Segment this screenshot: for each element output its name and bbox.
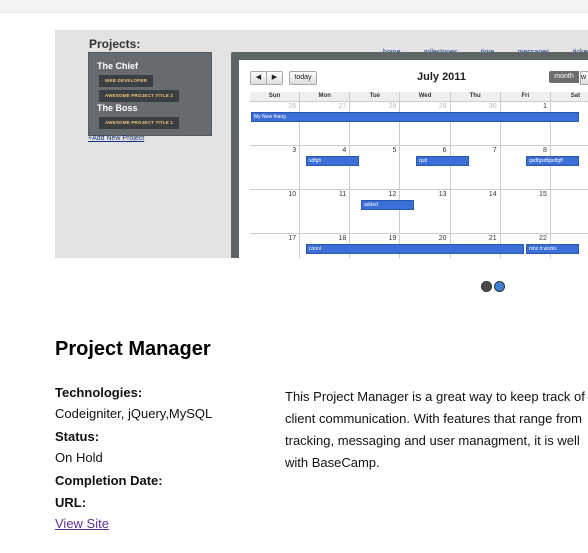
day-number: 6 [442,147,447,154]
calendar-grid: SunMonTueWedThuFriSat 262728293012My New… [250,92,588,258]
day-number: 7 [492,147,497,154]
calendar-event[interactable]: coool [306,244,524,254]
day-number: 3 [292,147,297,154]
person-name: The Chief [97,61,139,71]
weekday-label: Mon [300,92,351,101]
day-number: 27 [338,103,347,110]
week-view-button: w [580,71,588,85]
project-description: This Project Manager is a great way to k… [285,386,588,474]
carousel-dot[interactable] [481,281,492,292]
calendar-day[interactable]: 1 [501,102,551,145]
calendar-day[interactable]: 12 [350,190,401,233]
weekday-label: Wed [400,92,451,101]
completion-date-label: Completion Date: [55,473,163,488]
calendar-week: 10 11 12 13 14 15 16 added [250,190,588,234]
day-number: 1 [542,103,547,110]
today-button: today [289,71,317,85]
weekday-label: Sat [551,92,588,101]
person-name: The Boss [97,103,138,113]
calendar-event[interactable]: My New thang [251,112,579,122]
calendar-day[interactable]: 6 [400,146,451,189]
weekday-label: Sun [250,92,301,101]
calendar-day[interactable]: 11 [300,190,351,233]
day-number: 5 [392,147,397,154]
description-line: tracking, messaging and user managment, … [285,433,580,448]
day-number: 10 [288,191,297,198]
project-chip: WEB DEVELOPER [99,75,154,87]
technologies-value: Codeigniter, jQuery,MySQL [55,406,213,421]
day-number: 26 [288,103,297,110]
calendar-week: 17181920212223cooolnice it works [250,234,588,258]
calendar-day[interactable]: 8 [501,146,551,189]
calendar-event[interactable]: quit [416,156,469,166]
status-label: Status: [55,429,100,444]
day-number: 30 [488,103,497,110]
description-line: with BaseCamp. [285,455,380,470]
calendar-day[interactable]: 7 [451,146,501,189]
calendar-day[interactable]: 9 [551,146,588,189]
weekday-label: Thu [451,92,501,101]
calendar-day[interactable]: 16 [551,190,588,233]
calendar-day[interactable]: 2 [551,102,588,145]
day-number: 15 [539,191,547,198]
calendar-day[interactable]: 14 [451,190,501,233]
calendar-event[interactable]: nice it works [526,244,579,254]
calendar-event[interactable]: added [361,200,414,210]
calendar-day[interactable]: 30 [451,102,501,145]
add-project-link: +Add New Project [88,135,145,142]
day-number: 11 [339,191,347,198]
url-label: URL: [55,495,87,510]
day-number: 4 [342,147,347,154]
calendar-day[interactable]: 4 [300,146,351,189]
day-number: 28 [388,103,397,110]
calendar-day[interactable]: 26 [250,102,301,145]
project-chip: AWESOME PROJECT TITLE 1 [99,117,180,129]
weekday-label: Tue [350,92,401,101]
calendar-day[interactable]: 17 [250,234,301,258]
calendar-frame: ◀ ▶ today July 2011 month w Sun Mon Tue Wed… [231,52,588,258]
calendar-title: July 2011 [417,71,466,83]
project-screenshot: Projects: The Chief WEB DEVELOPER AWESOM… [55,30,588,258]
projects-panel: The Chief WEB DEVELOPER AWESOME PROJECT … [88,52,212,136]
project-chip: AWESOME PROJECT TITLE 2 [99,90,180,102]
day-number: 17 [288,235,297,242]
day-number: 22 [539,235,547,242]
calendar-day[interactable]: 27 [300,102,351,145]
calendar-event[interactable]: gsdfgsdfgsdfgff [526,156,579,166]
description-line: client communication. With features that… [285,411,582,426]
month-view-button: month [549,71,579,83]
calendar-week: 3 4 5 6 7 89 sdfgh quit gsdfgsdfgsdfgff [250,146,588,190]
calendar-event[interactable]: sdfgh [306,156,359,166]
day-number: 13 [438,191,447,198]
calendar-day[interactable]: 13 [400,190,451,233]
prev-month-icon: ◀ [250,71,267,85]
calendar-day[interactable]: 29 [400,102,451,145]
weekday-label: Fri [501,92,551,101]
day-number: 12 [388,191,397,198]
calendar-day[interactable]: 28 [350,102,401,145]
next-month-icon: ▶ [266,71,283,85]
view-site-link[interactable]: View Site [55,516,109,531]
calendar-day[interactable]: 5 [350,146,401,189]
carousel-dot-active[interactable] [494,281,505,292]
day-number: 20 [438,235,447,242]
calendar-day[interactable]: 3 [250,146,301,189]
project-title: Project Manager [55,338,211,360]
day-number: 19 [388,235,397,242]
day-number: 14 [488,191,497,198]
projects-heading: Projects: [89,37,141,51]
status-value: On Hold [55,450,103,465]
day-number: 29 [438,103,447,110]
day-number: 8 [542,147,547,154]
calendar-week: 26 27 28 29 30 12My New thang [250,102,588,146]
calendar: ◀ ▶ today July 2011 month w Sun Mon Tue Wed… [239,60,588,258]
day-number: 21 [488,235,497,242]
technologies-label: Technologies: [55,385,143,400]
calendar-day[interactable]: 10 [250,190,301,233]
weekday-header: Sun Mon Tue Wed Thu Fri Sat [250,92,588,102]
description-line: This Project Manager is a great way to k… [285,389,585,404]
page-background: Projects: The Chief WEB DEVELOPER AWESOM… [0,12,588,553]
calendar-day[interactable]: 15 [501,190,551,233]
day-number: 18 [338,235,347,242]
